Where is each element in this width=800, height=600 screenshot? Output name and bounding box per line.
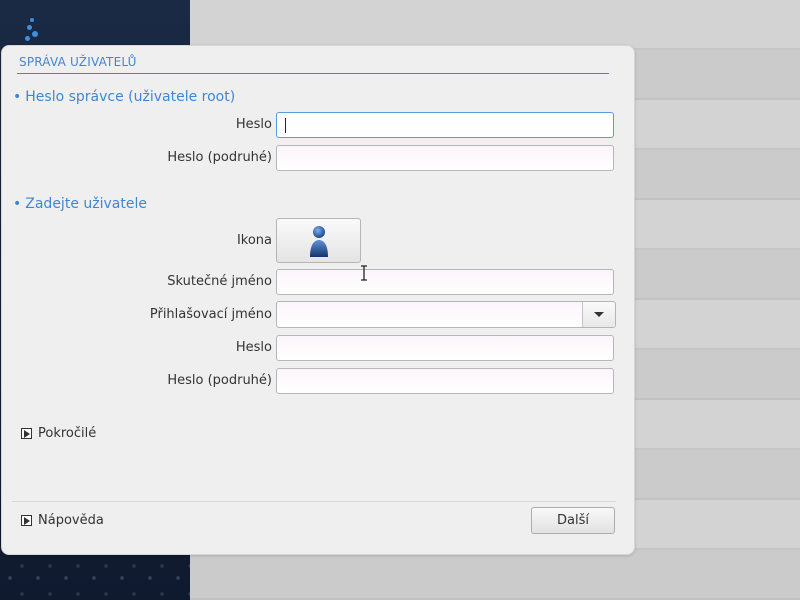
screen: SPRÁVA UŽIVATELŮ • Heslo správce (uživate…: [0, 0, 800, 600]
expand-arrow-icon: [21, 428, 32, 439]
text-caret: [285, 118, 286, 133]
user-password-label: Heslo: [235, 340, 272, 355]
user-section-heading-text: Zadejte uživatele: [25, 196, 147, 212]
user-section-heading: • Zadejte uživatele: [13, 196, 147, 212]
title-divider: [17, 73, 609, 74]
logo-dots-icon: [24, 18, 44, 46]
root-password-confirm-label: Heslo (podruhé): [167, 150, 272, 165]
user-password-confirm-input[interactable]: [276, 368, 614, 394]
chevron-down-icon: [594, 312, 604, 317]
section-bullet: •: [13, 89, 22, 105]
advanced-expander[interactable]: Pokročilé: [21, 426, 96, 441]
next-button[interactable]: Další: [531, 507, 615, 534]
root-password-heading: • Heslo správce (uživatele root): [13, 89, 235, 105]
login-name-label: Přihlašovací jméno: [149, 307, 272, 322]
dialog-title: SPRÁVA UŽIVATELŮ: [19, 55, 137, 69]
user-password-confirm-label: Heslo (podruhé): [167, 373, 272, 388]
text-cursor-icon: [361, 265, 367, 281]
footer-divider: [12, 501, 616, 502]
user-management-dialog: SPRÁVA UŽIVATELŮ • Heslo správce (uživate…: [1, 45, 635, 555]
root-password-confirm-input[interactable]: [276, 145, 614, 171]
advanced-label: Pokročilé: [38, 426, 97, 441]
real-name-label: Skutečné jméno: [167, 274, 272, 289]
user-password-input[interactable]: [276, 335, 614, 361]
root-password-heading-text: Heslo správce (uživatele root): [25, 89, 236, 105]
real-name-input[interactable]: [276, 269, 614, 295]
help-label: Nápověda: [38, 513, 104, 528]
section-bullet: •: [13, 196, 22, 212]
login-name-dropdown-button[interactable]: [582, 302, 615, 327]
help-expander[interactable]: Nápověda: [21, 513, 104, 528]
login-name-combo[interactable]: [276, 301, 616, 328]
icon-label: Ikona: [236, 233, 272, 248]
root-password-label: Heslo: [235, 117, 272, 132]
expand-arrow-icon: [21, 515, 32, 526]
root-password-input[interactable]: [276, 112, 614, 138]
user-icon-button[interactable]: [276, 218, 361, 263]
user-avatar-icon: [310, 226, 328, 257]
